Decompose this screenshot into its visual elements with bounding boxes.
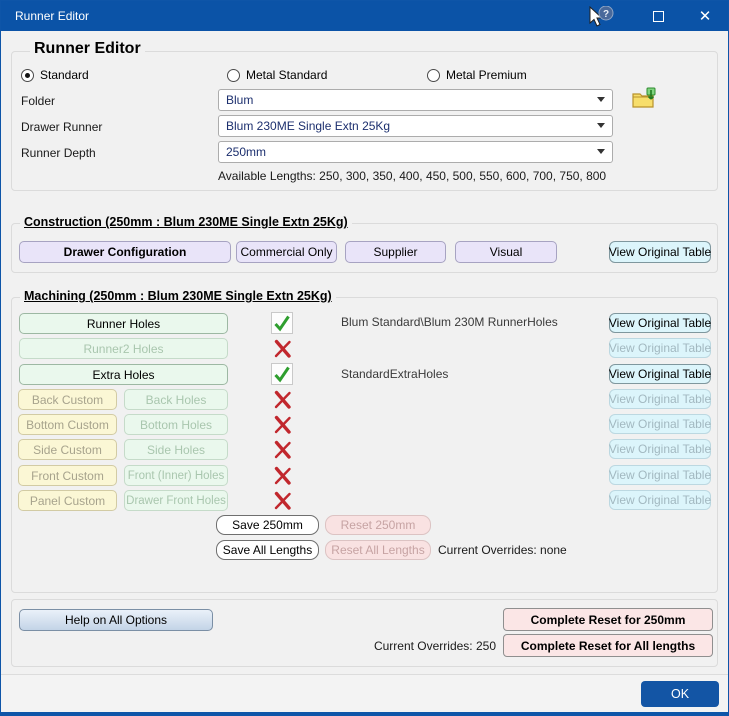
construction-view-original-table-button[interactable]: View Original Table: [609, 241, 711, 263]
ok-button[interactable]: OK: [641, 681, 719, 707]
check-icon: [271, 312, 293, 334]
drawer-runner-select[interactable]: Blum 230ME Single Extn 25Kg: [218, 115, 613, 137]
divider: [1, 674, 728, 675]
radio-unselected-icon: [227, 69, 240, 82]
extra-holes-button[interactable]: Extra Holes: [19, 364, 228, 385]
cross-icon: [273, 415, 293, 435]
complete-reset-250mm-button[interactable]: Complete Reset for 250mm: [503, 608, 713, 631]
cross-icon: [273, 390, 293, 410]
front-inner-holes-view-original-table-button: View Original Table: [609, 465, 711, 485]
titlebar: Runner Editor ? ✕: [1, 1, 728, 31]
drawer-front-holes-button: Drawer Front Holes: [124, 490, 228, 511]
help-cursor-icon: ?: [587, 6, 621, 32]
dropdown-arrow-icon: [597, 123, 605, 128]
save-all-lengths-button[interactable]: Save All Lengths: [216, 540, 319, 560]
maximize-button[interactable]: [641, 1, 675, 31]
folder-select-value: Blum: [226, 93, 253, 107]
commercial-only-button[interactable]: Commercial Only: [236, 241, 337, 263]
runner-holes-view-original-table-button[interactable]: View Original Table: [609, 313, 711, 333]
machining-overrides-text: Current Overrides: none: [438, 543, 567, 557]
bottom-holes-view-original-table-button: View Original Table: [609, 414, 711, 434]
save-250mm-button[interactable]: Save 250mm: [216, 515, 319, 535]
runner-holes-button[interactable]: Runner Holes: [19, 313, 228, 334]
machining-group-title: Machining (250mm : Blum 230ME Single Ext…: [20, 289, 336, 303]
front-inner-holes-button: Front (Inner) Holes: [124, 465, 228, 486]
back-holes-view-original-table-button: View Original Table: [609, 389, 711, 409]
reset-250mm-button: Reset 250mm: [325, 515, 431, 535]
dialog-body: Runner Editor Standard Metal Standard Me…: [1, 31, 728, 712]
side-holes-button: Side Holes: [124, 439, 228, 460]
radio-metal-premium[interactable]: Metal Premium: [427, 68, 527, 82]
cross-icon: [273, 339, 293, 359]
side-holes-view-original-table-button: View Original Table: [609, 439, 711, 459]
radio-selected-icon: [21, 69, 34, 82]
runner2-holes-view-original-table-button: View Original Table: [609, 338, 711, 358]
check-icon: [271, 363, 293, 385]
runner-depth-select[interactable]: 250mm: [218, 141, 613, 163]
radio-standard-label: Standard: [40, 68, 89, 82]
window-title: Runner Editor: [1, 9, 89, 23]
radio-metal-standard-label: Metal Standard: [246, 68, 327, 82]
radio-standard[interactable]: Standard: [21, 68, 89, 82]
cross-icon: [273, 466, 293, 486]
visual-button[interactable]: Visual: [455, 241, 557, 263]
front-custom-button: Front Custom: [18, 465, 117, 486]
radio-metal-premium-label: Metal Premium: [446, 68, 527, 82]
available-lengths-text: Available Lengths: 250, 300, 350, 400, 4…: [218, 169, 606, 183]
bottom-custom-button: Bottom Custom: [18, 414, 117, 435]
construction-group-title: Construction (250mm : Blum 230ME Single …: [20, 215, 352, 229]
back-holes-button: Back Holes: [124, 389, 228, 410]
extra-holes-view-original-table-button[interactable]: View Original Table: [609, 364, 711, 384]
side-custom-button: Side Custom: [18, 439, 117, 460]
folder-label: Folder: [21, 94, 55, 108]
radio-metal-standard[interactable]: Metal Standard: [227, 68, 327, 82]
runner-holes-source-text: Blum Standard\Blum 230M RunnerHoles: [341, 315, 558, 329]
close-button[interactable]: ✕: [687, 1, 723, 31]
runner-depth-label: Runner Depth: [21, 146, 96, 160]
reset-all-lengths-button: Reset All Lengths: [325, 540, 431, 560]
extra-holes-source-text: StandardExtraHoles: [341, 367, 448, 381]
dropdown-arrow-icon: [597, 149, 605, 154]
cross-icon: [273, 440, 293, 460]
runner-editor-dialog: Runner Editor ? ✕ Runner Editor Standard…: [0, 0, 729, 716]
maximize-icon: [653, 11, 664, 22]
complete-reset-all-lengths-button[interactable]: Complete Reset for All lengths: [503, 634, 713, 657]
drawer-runner-label: Drawer Runner: [21, 120, 102, 134]
panel-custom-button: Panel Custom: [18, 490, 117, 511]
drawer-runner-select-value: Blum 230ME Single Extn 25Kg: [226, 119, 390, 133]
drawer-configuration-button[interactable]: Drawer Configuration: [19, 241, 231, 263]
help-on-all-options-button[interactable]: Help on All Options: [19, 609, 213, 631]
bottom-strip: [1, 675, 728, 712]
folder-select[interactable]: Blum: [218, 89, 613, 111]
radio-unselected-icon: [427, 69, 440, 82]
browse-folder-button[interactable]: [631, 87, 659, 111]
back-custom-button: Back Custom: [18, 389, 117, 410]
close-icon: ✕: [699, 7, 712, 25]
runner-editor-group-title: Runner Editor: [30, 40, 145, 58]
bottom-holes-button: Bottom Holes: [124, 414, 228, 435]
supplier-button[interactable]: Supplier: [345, 241, 446, 263]
svg-text:?: ?: [603, 9, 609, 20]
runner-depth-select-value: 250mm: [226, 145, 266, 159]
runner2-holes-button: Runner2 Holes: [19, 338, 228, 359]
cross-icon: [273, 491, 293, 511]
dropdown-arrow-icon: [597, 97, 605, 102]
footer-overrides-text: Current Overrides: 250: [371, 639, 496, 653]
drawer-front-holes-view-original-table-button: View Original Table: [609, 490, 711, 510]
